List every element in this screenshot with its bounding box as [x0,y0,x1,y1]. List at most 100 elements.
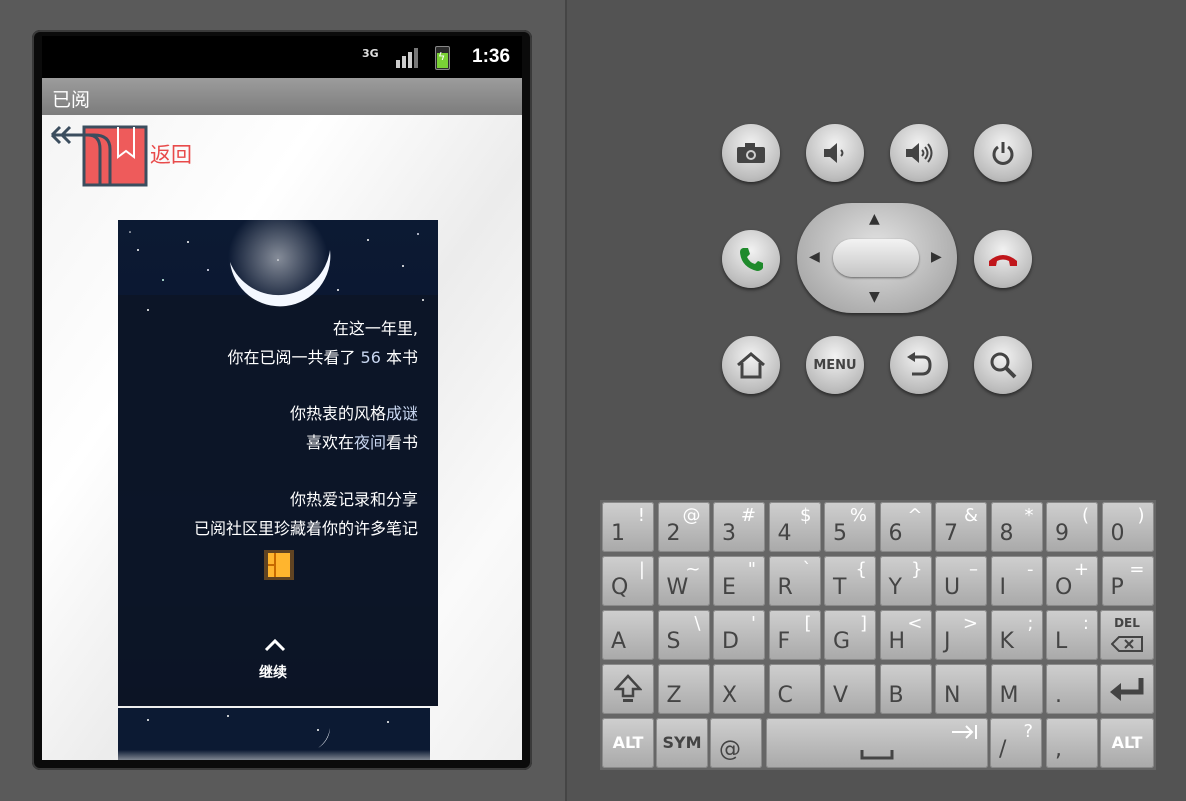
key-alt-right[interactable]: ALT [1100,718,1154,768]
menu-button[interactable]: MENU [806,336,864,394]
app-title-bar: 已阅 [42,78,522,116]
back-button-hw[interactable] [890,336,948,394]
power-icon [992,142,1014,165]
key-space[interactable] [766,718,988,768]
key-z[interactable]: Z [657,664,710,714]
summary-line-5: 你热爱记录和分享 [289,490,418,509]
key-f[interactable]: F[ [768,610,821,660]
key-k[interactable]: K; [990,610,1043,660]
tab-arrow-icon [952,725,977,739]
key-9[interactable]: 9( [1046,502,1098,552]
key-p[interactable]: P = [1101,556,1154,606]
key-0[interactable]: 0) [1101,502,1154,552]
key-i[interactable]: I- [990,556,1043,606]
back-button[interactable]: 返回 [150,139,192,169]
key-g[interactable]: G] [824,610,876,660]
key-6[interactable]: 6 ^ [879,502,932,552]
key-alt-left[interactable]: ALT [602,718,654,768]
key-e[interactable]: E " [713,556,765,606]
dpad-center-button[interactable] [833,239,919,277]
key-4[interactable]: 4 $ [768,502,821,552]
key-2[interactable]: 2 @ [657,502,710,552]
dpad[interactable]: ▲ ▼ ◀ ▶ [797,203,957,313]
volume-down-button[interactable] [806,124,864,182]
home-icon [737,352,765,379]
app-title: 已阅 [52,89,91,111]
key-q[interactable]: Q | [602,556,654,606]
summary-line-3: 你热衷的风格成谜 [289,404,418,423]
status-bar: 3G ϟ 1:36 [42,36,522,78]
end-call-button[interactable] [974,230,1032,288]
key-sym[interactable]: SYM [656,718,708,768]
moon-icon [228,220,331,308]
key-l[interactable]: L: [1046,610,1098,660]
space-icon [860,750,894,760]
key-5[interactable]: 5% [824,502,876,552]
key-a[interactable]: A [602,610,654,660]
key-v[interactable]: V [824,664,876,714]
search-icon [990,352,1017,379]
key-1[interactable]: 1! [602,502,654,552]
key-slash[interactable]: / ? [990,718,1042,768]
volume-up-icon [906,143,933,163]
summary-line-1: 在这一年里, [332,319,418,338]
lit-window-icon [264,550,294,580]
camera-icon [737,143,765,163]
key-del[interactable]: DEL [1100,610,1154,660]
key-s[interactable]: S \ [657,610,710,660]
key-7[interactable]: 7 & [935,502,987,552]
key-at[interactable]: @ [710,718,762,768]
reading-time: 夜间 [353,433,386,452]
key-n[interactable]: N [935,664,987,714]
network-type-icon: 3G [362,47,379,60]
battery-icon: ϟ [435,46,450,70]
key-m[interactable]: M [990,664,1043,714]
home-button[interactable] [722,336,780,394]
summary-line-4: 喜欢在夜间看书 [305,433,418,452]
volume-up-button[interactable] [890,124,948,182]
key-o[interactable]: O + [1046,556,1098,606]
search-button[interactable] [974,336,1032,394]
key-enter[interactable] [1100,664,1154,714]
key-8[interactable]: 8 * [990,502,1043,552]
power-button[interactable] [974,124,1032,182]
key-period[interactable]: . [1046,664,1098,714]
key-y[interactable]: Y} [879,556,932,606]
call-icon [740,248,763,271]
signal-icon [396,48,418,68]
dpad-down-icon[interactable]: ▼ [869,289,880,305]
key-u[interactable]: U – [935,556,987,606]
key-shift[interactable] [602,664,654,714]
key-comma[interactable]: , [1046,718,1098,768]
dpad-left-icon[interactable]: ◀ [809,249,820,265]
reading-style: 成谜 [385,404,418,423]
key-t[interactable]: T{ [824,556,876,606]
summary-line-6: 已阅社区里珍藏着你的许多笔记 [193,519,418,538]
year-summary-card: 在这一年里, 你在已阅一共看了 56 本书 你热衷的风格成谜 喜欢在夜间看书 你… [118,220,438,706]
moon-icon [147,715,389,748]
key-j[interactable]: J > [935,610,987,660]
key-c[interactable]: C [768,664,821,714]
chevron-up-icon[interactable] [264,638,286,652]
back-arrow-icon[interactable] [48,119,148,189]
dpad-right-icon[interactable]: ▶ [931,249,942,265]
enter-icon [1110,678,1144,701]
backspace-icon [1111,636,1143,652]
key-r[interactable]: R ` [768,556,821,606]
back-icon [907,352,932,376]
hardware-keyboard: 1! 2 @3 #4 $5% 6 ^ 7 & 8 * 9(0) Q | W ~ E " R ` T{Y} U – I - O + P… [600,500,1156,770]
key-d[interactable]: D ' [713,610,765,660]
key-x[interactable]: X [713,664,765,714]
key-h[interactable]: H < [879,610,932,660]
call-button[interactable] [722,230,780,288]
books-count: 56 [360,348,381,367]
key-3[interactable]: 3 # [713,502,765,552]
clock: 1:36 [472,46,511,67]
continue-button[interactable]: 继续 [118,662,428,682]
volume-down-icon [824,143,844,163]
key-w[interactable]: W ~ [657,556,710,606]
dpad-up-icon[interactable]: ▲ [869,211,880,227]
key-b[interactable]: B [879,664,932,714]
app-content: 返回 在这一年里, 你在已阅一共看了 56 本书 你热衷的风格成谜 喜欢在夜间看… [42,115,522,760]
camera-button[interactable] [722,124,780,182]
